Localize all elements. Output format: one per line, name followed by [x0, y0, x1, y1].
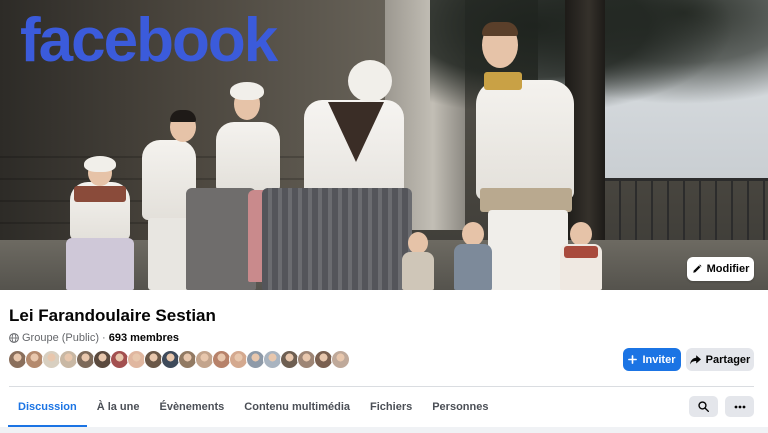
share-button[interactable]: Partager	[686, 348, 754, 371]
tab-4[interactable]: Contenu multimédia	[234, 387, 360, 427]
pencil-icon	[692, 264, 702, 273]
search-icon	[698, 401, 709, 412]
group-tabs: Discussion À la une Évènements Contenu mult…	[8, 387, 498, 427]
plus-icon	[628, 355, 638, 364]
more-dots-icon	[734, 405, 745, 408]
edit-cover-label: Modifier	[706, 263, 750, 275]
dancer-left	[64, 156, 136, 290]
tab-1[interactable]: Discussion	[8, 387, 87, 427]
tab-2[interactable]: À la une	[87, 387, 150, 427]
share-label: Partager	[705, 353, 751, 366]
invite-label: Inviter	[642, 353, 676, 366]
child-left	[400, 232, 436, 290]
meta-separator: ·	[102, 332, 106, 344]
railing	[605, 178, 768, 248]
tab-5[interactable]: Fichiers	[360, 387, 422, 427]
child-middle	[452, 222, 494, 290]
more-options-button[interactable]	[725, 396, 754, 417]
edit-cover-button[interactable]: Modifier	[687, 257, 754, 281]
globe-icon	[9, 333, 19, 343]
member-avatar[interactable]	[331, 350, 350, 369]
member-avatars	[8, 350, 350, 369]
child-right	[558, 222, 604, 290]
feed-background	[0, 427, 768, 433]
invite-button[interactable]: Inviter	[623, 348, 681, 371]
search-button[interactable]	[689, 396, 718, 417]
member-count[interactable]: 693 membres	[109, 332, 179, 344]
group-meta: Groupe (Public) · 693 membres	[9, 332, 179, 344]
facebook-logo: facebook	[20, 6, 278, 75]
group-name: Lei Farandoulaire Sestian	[9, 306, 216, 325]
share-arrow-icon	[689, 354, 701, 364]
tab-6[interactable]: Personnes	[422, 387, 498, 427]
cover-photo: facebook Modifier	[0, 0, 768, 290]
tab-3[interactable]: Évènements	[149, 387, 234, 427]
group-privacy[interactable]: Groupe (Public)	[22, 332, 99, 344]
